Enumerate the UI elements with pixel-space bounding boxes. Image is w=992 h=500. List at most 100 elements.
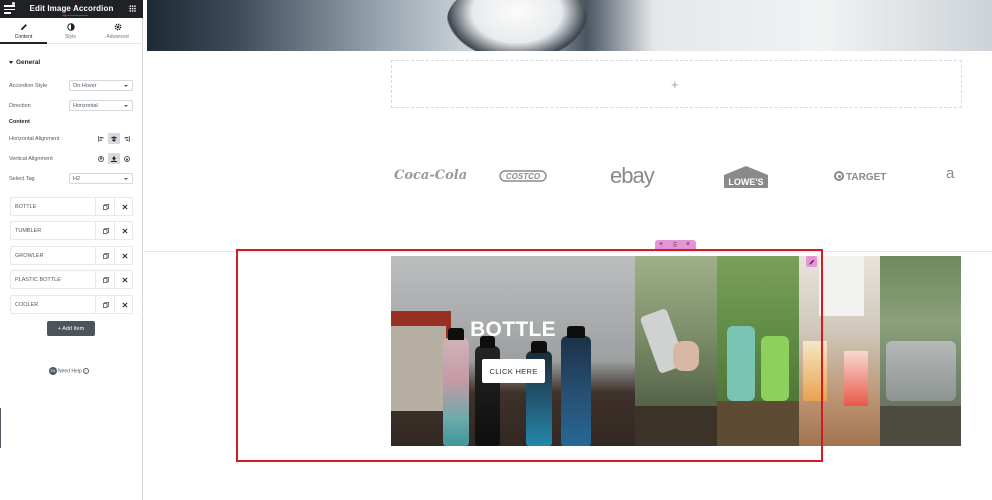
editor-header: Edit Image Accordion xyxy=(0,0,143,18)
add-item-label: Add Item xyxy=(62,325,85,332)
duplicate-button[interactable] xyxy=(95,296,114,313)
repeater-item-title: COOLER xyxy=(15,302,39,308)
need-help-link[interactable]: EA Need Help? xyxy=(49,367,89,375)
target-logo-text: TARGET xyxy=(846,172,887,183)
select-tag-value: H2 xyxy=(73,176,81,182)
panel-edge-marker xyxy=(0,408,1,448)
align-left-button[interactable] xyxy=(95,133,107,144)
valign-bottom-icon xyxy=(124,155,130,162)
horizontal-alignment-choices xyxy=(95,133,133,144)
editor-panel: Edit Image Accordion Content Style Advan… xyxy=(0,0,143,500)
align-left-icon xyxy=(98,135,104,142)
select-tag-label: Select Tag xyxy=(9,176,35,182)
editor-title: Edit Image Accordion xyxy=(29,4,114,13)
horizontal-alignment-label: Horizontal Alignment xyxy=(9,136,60,142)
copy-icon xyxy=(102,276,109,283)
close-icon xyxy=(121,301,128,308)
caret-down-icon xyxy=(9,60,13,64)
delete-section-icon[interactable]: × xyxy=(683,241,693,248)
gear-icon xyxy=(114,23,121,31)
remove-button[interactable] xyxy=(114,198,133,215)
select-tag-select[interactable]: H2 xyxy=(69,173,133,184)
costco-logo: COSTCO xyxy=(499,170,547,182)
add-section-icon[interactable]: + xyxy=(656,241,666,248)
remove-button[interactable] xyxy=(114,271,133,288)
direction-value: Horizontal xyxy=(73,103,98,109)
repeater-item-title: TUMBLER xyxy=(15,228,42,234)
copy-icon xyxy=(102,227,109,234)
coffee-cup-image xyxy=(447,0,587,51)
repeater-item-title: GROWLER xyxy=(15,253,44,259)
slider-dots xyxy=(667,41,688,51)
duplicate-button[interactable] xyxy=(95,247,114,264)
valign-top-icon xyxy=(98,155,104,162)
copy-icon xyxy=(102,252,109,259)
question-icon: ? xyxy=(82,368,89,374)
accordion-style-label: Accordion Style xyxy=(9,83,48,89)
red-arrow-annotation-icon xyxy=(62,14,88,17)
tab-style[interactable]: Style xyxy=(47,18,94,44)
brand-logos-row: Coca-Cola COSTCO ebay LOWE'S TARGET a xyxy=(394,160,964,196)
need-help-label: Need Help xyxy=(58,368,82,375)
repeater-item[interactable]: BOTTLE xyxy=(10,197,133,216)
align-center-icon xyxy=(111,135,117,142)
copy-icon xyxy=(102,301,109,308)
ea-logo-icon: EA xyxy=(49,367,57,375)
duplicate-button[interactable] xyxy=(95,271,114,288)
duplicate-button[interactable] xyxy=(95,198,114,215)
valign-center-icon xyxy=(111,155,117,162)
tab-content-label: Content xyxy=(14,34,33,40)
drag-handle-icon[interactable]: ⠿ xyxy=(670,242,680,249)
add-item-button[interactable]: + Add Item xyxy=(47,321,95,336)
align-right-icon xyxy=(124,135,130,142)
content-heading: Content xyxy=(9,119,30,125)
target-logo: TARGET xyxy=(834,171,886,207)
amazon-logo: a xyxy=(946,165,955,182)
repeater-item[interactable]: PLASTIC BOTTLE xyxy=(10,270,133,289)
section-general-toggle[interactable]: General xyxy=(9,59,40,66)
tab-style-label: Style xyxy=(64,34,77,40)
accordion-panel-cooler[interactable] xyxy=(880,256,961,446)
valign-bottom-button[interactable] xyxy=(121,153,133,164)
repeater-item-title: BOTTLE xyxy=(15,204,37,210)
repeater-item[interactable]: TUMBLER xyxy=(10,221,133,240)
copy-icon xyxy=(102,203,109,210)
coca-cola-logo: Coca-Cola xyxy=(394,168,468,183)
widget-selection-outline xyxy=(236,249,823,462)
editor-tabs: Content Style Advanced xyxy=(0,18,143,44)
red-cup-image xyxy=(844,351,868,406)
remove-button[interactable] xyxy=(114,247,133,264)
repeater-item[interactable]: COOLER xyxy=(10,295,133,314)
valign-top-button[interactable] xyxy=(95,153,107,164)
pencil-icon xyxy=(20,24,27,30)
vertical-alignment-label: Vertical Alignment xyxy=(9,156,53,162)
direction-select[interactable]: Horizontal xyxy=(69,100,133,111)
svg-text:COSTCO: COSTCO xyxy=(506,172,541,181)
cooler-bag-image xyxy=(886,341,956,401)
accordion-style-select[interactable]: On Hover xyxy=(69,80,133,91)
remove-button[interactable] xyxy=(114,222,133,239)
empty-section-placeholder[interactable]: + xyxy=(391,60,962,108)
valign-center-button[interactable] xyxy=(108,153,120,164)
repeater-item[interactable]: GROWLER xyxy=(10,246,133,265)
widgets-grid-icon[interactable] xyxy=(129,5,136,12)
close-icon xyxy=(121,227,128,234)
lowes-logo: LOWE'S xyxy=(724,166,768,188)
direction-label: Direction xyxy=(9,103,31,109)
align-center-button[interactable] xyxy=(108,133,120,144)
hero-slider[interactable] xyxy=(147,0,992,51)
shirt-image xyxy=(819,256,864,316)
align-right-button[interactable] xyxy=(121,133,133,144)
plus-icon[interactable]: + xyxy=(671,77,679,92)
edit-widget-button[interactable] xyxy=(806,256,817,267)
close-icon xyxy=(121,276,128,283)
section-general-label: General xyxy=(16,59,41,66)
tab-content[interactable]: Content xyxy=(0,18,47,44)
tab-advanced[interactable]: Advanced xyxy=(94,18,141,44)
duplicate-button[interactable] xyxy=(95,222,114,239)
svg-text:LOWE'S: LOWE'S xyxy=(728,177,763,187)
repeater-item-title: PLASTIC BOTTLE xyxy=(15,277,61,283)
remove-button[interactable] xyxy=(114,296,133,313)
close-icon xyxy=(121,252,128,259)
chevron-down-icon xyxy=(124,178,128,180)
